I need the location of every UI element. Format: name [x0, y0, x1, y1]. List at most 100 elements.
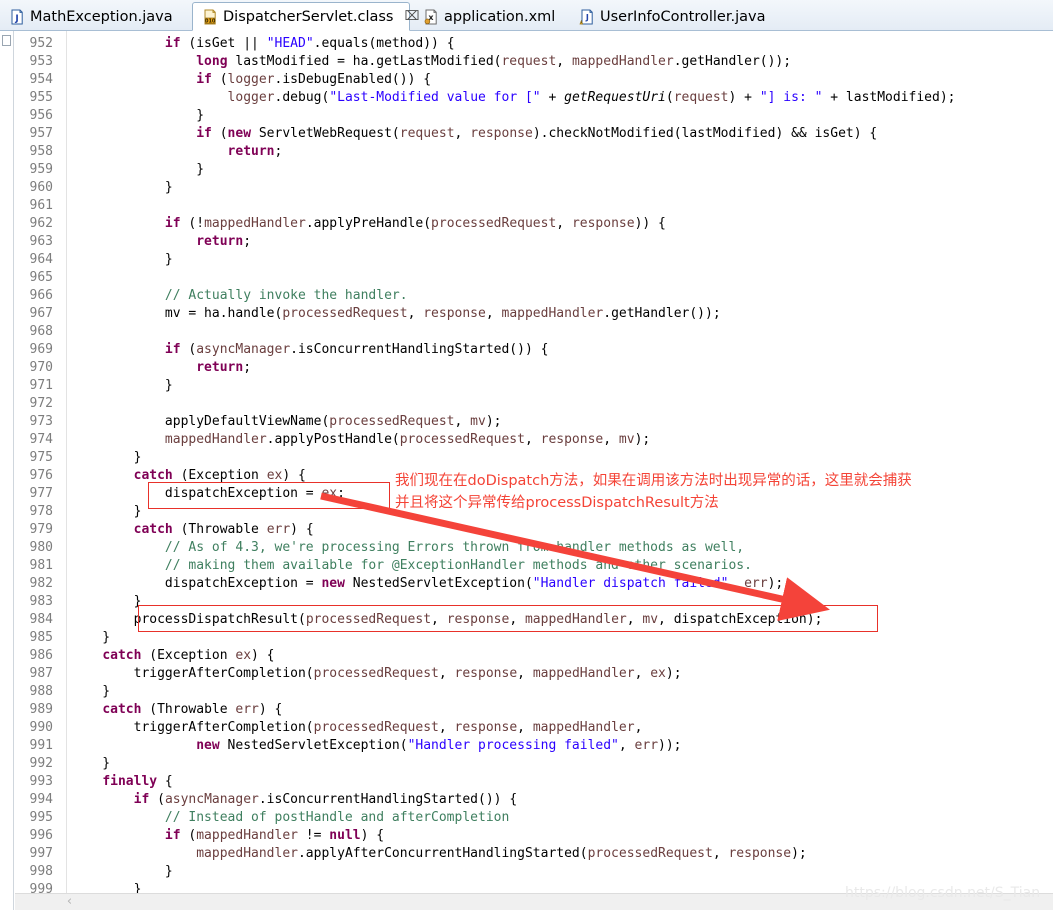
line-number: 978	[29, 504, 53, 519]
code-line: 988 }	[15, 683, 1053, 701]
code-text: }	[71, 180, 173, 195]
tab-user-info-controller-java[interactable]: J UserInfoController.java	[570, 2, 788, 31]
line-number: 987	[29, 666, 53, 681]
svg-text:010: 010	[205, 18, 216, 24]
code-line: 953 long lastModified = ha.getLastModifi…	[15, 53, 1053, 71]
line-number: 955	[29, 90, 53, 105]
line-number: 990	[29, 720, 53, 735]
code-line: 996 if (mappedHandler != null) {	[15, 827, 1053, 845]
line-number: 970	[29, 360, 53, 375]
code-line: 989 catch (Throwable err) {	[15, 701, 1053, 719]
line-number: 984	[29, 612, 53, 627]
code-line: 959 }	[15, 161, 1053, 179]
line-number: 972	[29, 396, 53, 411]
line-number: 971	[29, 378, 53, 393]
code-text: mv = ha.handle(processedRequest, respons…	[71, 306, 721, 321]
code-text: }	[71, 252, 173, 267]
svg-text:J: J	[585, 13, 589, 22]
line-number: 997	[29, 846, 53, 861]
tab-math-exception-java[interactable]: J MathException.java	[0, 2, 192, 31]
code-line: 970 return;	[15, 359, 1053, 377]
code-line: 976 catch (Exception ex) {	[15, 467, 1053, 485]
code-viewport[interactable]: 952 if (isGet || "HEAD".equals(method)) …	[15, 31, 1053, 910]
code-line: 971 }	[15, 377, 1053, 395]
close-icon[interactable]: ⌧	[404, 10, 419, 23]
line-number: 963	[29, 234, 53, 249]
code-text: return;	[227, 144, 283, 159]
code-text: }	[71, 378, 173, 393]
code-line: 960 }	[15, 179, 1053, 197]
line-number: 959	[29, 162, 53, 177]
code-text: }	[71, 756, 111, 771]
code-line: 986 catch (Exception ex) {	[15, 647, 1053, 665]
code-text: new NestedServletException("Handler proc…	[196, 738, 682, 753]
code-line: 956 }	[15, 107, 1053, 125]
folding-marker-icon[interactable]	[2, 35, 11, 46]
code-text: logger.debug("Last-Modified value for ["…	[227, 90, 956, 105]
code-text: applyDefaultViewName(processedRequest, m…	[71, 414, 502, 429]
code-line: 955 logger.debug("Last-Modified value fo…	[15, 89, 1053, 107]
code-text: dispatchException = ex;	[71, 486, 345, 501]
code-text: }	[71, 594, 142, 609]
editor-tab-bar: J MathException.java 010 DispatcherServl…	[0, 0, 1053, 31]
code-text: if (isGet || "HEAD".equals(method)) {	[164, 36, 455, 51]
line-number: 985	[29, 630, 53, 645]
code-line: 952 if (isGet || "HEAD".equals(method)) …	[15, 35, 1053, 53]
code-line: 980 // As of 4.3, we're processing Error…	[15, 539, 1053, 557]
tab-dispatcher-servlet-class[interactable]: 010 DispatcherServlet.class ⌧	[192, 2, 419, 31]
line-number: 957	[29, 126, 53, 141]
code-line: 978 }	[15, 503, 1053, 521]
line-number: 979	[29, 522, 53, 537]
line-number: 968	[29, 324, 53, 339]
code-text: }	[71, 162, 205, 177]
code-text: return;	[196, 360, 252, 375]
code-text: finally {	[102, 774, 173, 789]
code-line: 979 catch (Throwable err) {	[15, 521, 1053, 539]
code-text: processDispatchResult(processedRequest, …	[71, 612, 823, 627]
code-text: }	[71, 504, 142, 519]
code-line: 992 }	[15, 755, 1053, 773]
code-line: 954 if (logger.isDebugEnabled()) {	[15, 71, 1053, 89]
code-line: 995 // Instead of postHandle and afterCo…	[15, 809, 1053, 827]
code-editor: 952 if (isGet || "HEAD".equals(method)) …	[0, 31, 1053, 910]
code-text: }	[71, 630, 111, 645]
code-line: 974 mappedHandler.applyPostHandle(proces…	[15, 431, 1053, 449]
line-number: 998	[29, 864, 53, 879]
xml-file-icon: x	[423, 9, 439, 25]
line-number: 965	[29, 270, 53, 285]
line-number: 960	[29, 180, 53, 195]
code-text: triggerAfterCompletion(processedRequest,…	[71, 666, 682, 681]
tab-label: MathException.java	[30, 8, 173, 25]
code-text: dispatchException = new NestedServletExc…	[71, 576, 784, 591]
tab-application-xml[interactable]: x application.xml	[414, 2, 566, 31]
line-number: 982	[29, 576, 53, 591]
line-number: 986	[29, 648, 53, 663]
code-text: // making them available for @ExceptionH…	[164, 558, 752, 573]
line-number: 976	[29, 468, 53, 483]
code-line: 965	[15, 269, 1053, 287]
code-line: 964 }	[15, 251, 1053, 269]
code-line: 983 }	[15, 593, 1053, 611]
line-number: 975	[29, 450, 53, 465]
code-text: // Actually invoke the handler.	[164, 288, 408, 303]
code-line: 963 return;	[15, 233, 1053, 251]
code-text: if (new ServletWebRequest(request, respo…	[196, 126, 878, 141]
line-number: 956	[29, 108, 53, 123]
code-text: }	[71, 684, 111, 699]
scrollbar-track[interactable]	[78, 894, 1053, 910]
scroll-left-arrow-icon[interactable]: ‹	[61, 894, 78, 910]
code-line: 991 new NestedServletException("Handler …	[15, 737, 1053, 755]
code-text: return;	[196, 234, 252, 249]
code-line: 998 }	[15, 863, 1053, 881]
code-line: 969 if (asyncManager.isConcurrentHandlin…	[15, 341, 1053, 359]
code-line: 968	[15, 323, 1053, 341]
annotation-ruler[interactable]	[0, 31, 14, 910]
line-number: 967	[29, 306, 53, 321]
line-number: 977	[29, 486, 53, 501]
code-line: 973 applyDefaultViewName(processedReques…	[15, 413, 1053, 431]
line-number: 989	[29, 702, 53, 717]
horizontal-scrollbar[interactable]: ‹	[15, 893, 1053, 910]
line-number: 964	[29, 252, 53, 267]
code-text: // As of 4.3, we're processing Errors th…	[164, 540, 745, 555]
code-text: long lastModified = ha.getLastModified(r…	[196, 54, 792, 69]
